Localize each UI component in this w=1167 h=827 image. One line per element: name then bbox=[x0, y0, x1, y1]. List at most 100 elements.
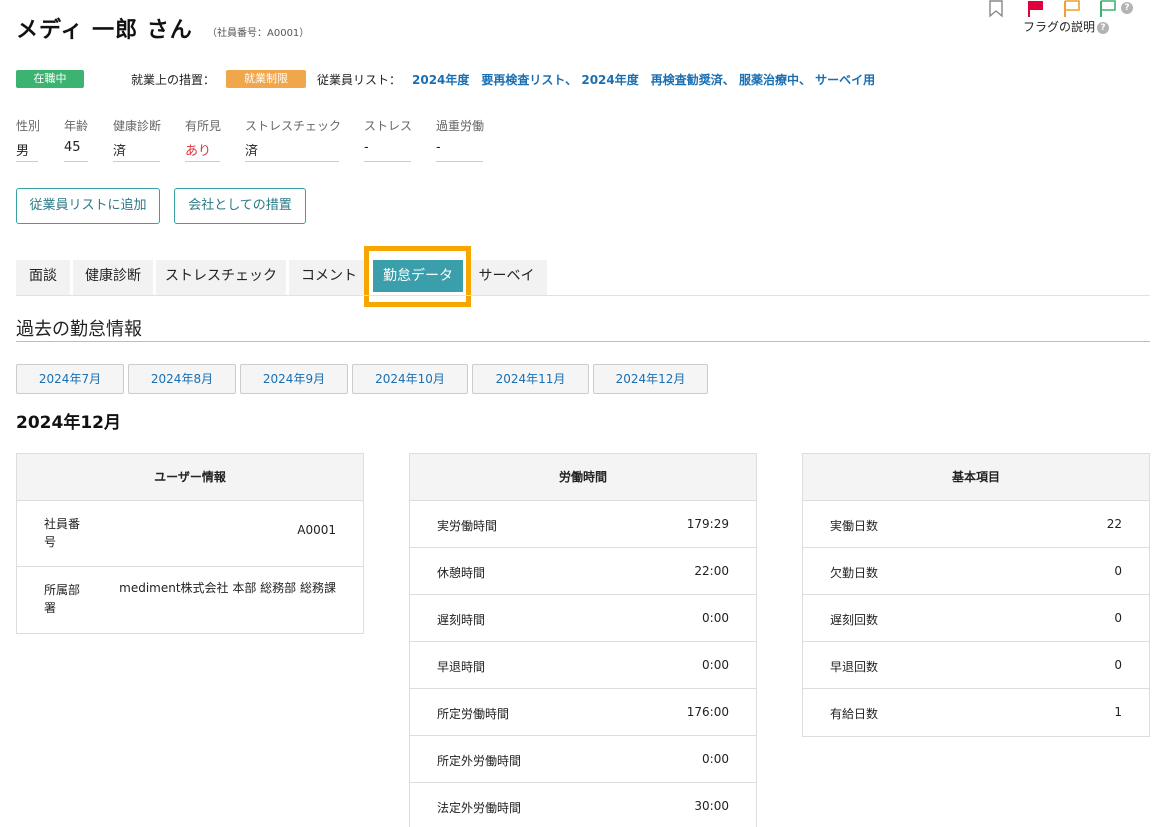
row-value: 176:00 bbox=[686, 705, 729, 719]
attr-label: 過重労働 bbox=[436, 119, 485, 133]
employee-list-link[interactable]: 2024年度 要再検査リスト、 bbox=[412, 73, 577, 87]
attr-value: 済 bbox=[113, 140, 160, 162]
attr-gender: 性別 男 bbox=[16, 117, 41, 162]
attr-value: あり bbox=[185, 140, 220, 162]
row-value: 1 bbox=[1114, 705, 1122, 719]
table-row: 法定外労働時間 30:00 bbox=[410, 783, 756, 827]
row-value: 22 bbox=[1106, 517, 1122, 531]
month-button[interactable]: 2024年10月 bbox=[352, 364, 468, 394]
section-title: 過去の勤怠情報 bbox=[16, 319, 142, 340]
row-label: 休憩時間 bbox=[437, 566, 486, 580]
row-label: 遅刻時間 bbox=[437, 613, 486, 627]
attr-label: 性別 bbox=[16, 119, 41, 133]
employment-status-badge: 在職中 bbox=[16, 70, 84, 88]
row-label: 実働日数 bbox=[830, 519, 879, 533]
panel-title: ユーザー情報 bbox=[17, 454, 363, 501]
table-row: 欠勤日数 0 bbox=[803, 548, 1149, 595]
attr-findings: 有所見 あり bbox=[185, 117, 222, 162]
attr-value: - bbox=[436, 140, 483, 162]
employee-list-link[interactable]: サーベイ用 bbox=[815, 73, 875, 87]
help-icon: ? bbox=[1097, 21, 1110, 34]
flag-explanation[interactable]: フラグの説明? bbox=[1023, 18, 1110, 35]
table-row: 遅刻時間 0:00 bbox=[410, 595, 756, 642]
tab-comment[interactable]: コメント bbox=[289, 260, 369, 295]
table-row: 休憩時間 22:00 bbox=[410, 548, 756, 595]
attr-stress-check: ストレスチェック 済 bbox=[245, 117, 342, 162]
row-label: 法定外労働時間 bbox=[437, 801, 522, 815]
attr-label: ストレスチェック bbox=[245, 119, 342, 133]
row-value: 0 bbox=[1114, 658, 1122, 672]
work-restriction-badge: 就業制限 bbox=[226, 70, 306, 88]
table-row: 実労働時間 179:29 bbox=[410, 501, 756, 548]
row-value: 22:00 bbox=[694, 564, 729, 578]
month-button[interactable]: 2024年12月 bbox=[593, 364, 708, 394]
row-value: 0:00 bbox=[702, 658, 729, 672]
attr-value: 男 bbox=[16, 140, 38, 162]
employee-number: （社員番号：A0001） bbox=[207, 28, 310, 39]
row-label: 所定外労働時間 bbox=[437, 754, 522, 768]
user-info-panel: ユーザー情報 社員番号 A0001 所属部署 mediment株式会社 本部 総… bbox=[16, 453, 364, 634]
month-button[interactable]: 2024年8月 bbox=[128, 364, 236, 394]
page-title: メディ 一郎 さん bbox=[16, 18, 193, 43]
tab-health-check[interactable]: 健康診断 bbox=[73, 260, 153, 295]
attr-value: 済 bbox=[245, 140, 339, 162]
row-value: A0001 bbox=[297, 523, 336, 537]
labor-hours-panel: 労働時間 実労働時間 179:29 休憩時間 22:00 遅刻時間 0:00 早退時間… bbox=[409, 453, 757, 827]
attr-label: 有所見 bbox=[185, 119, 222, 133]
basic-items-panel: 基本項目 実働日数 22 欠勤日数 0 遅刻回数 0 早退回数 0 有給日数 1 bbox=[802, 453, 1150, 737]
tab-divider bbox=[16, 295, 1150, 296]
attr-overwork: 過重労働 - bbox=[436, 117, 485, 162]
attr-label: 年齢 bbox=[64, 119, 89, 133]
flag-tools: ? フラグの説明? bbox=[989, 0, 1149, 40]
attr-value: 45 bbox=[64, 140, 88, 162]
flag-explanation-label: フラグの説明 bbox=[1023, 20, 1096, 34]
panel-title: 労働時間 bbox=[410, 454, 756, 501]
row-label: 早退時間 bbox=[437, 660, 486, 674]
red-flag-icon[interactable] bbox=[1027, 0, 1045, 18]
table-row: 所定外労働時間 0:00 bbox=[410, 736, 756, 783]
row-value: 30:00 bbox=[694, 799, 729, 813]
row-label: 欠勤日数 bbox=[830, 566, 879, 580]
tab-interview[interactable]: 面談 bbox=[16, 260, 70, 295]
attr-label: 健康診断 bbox=[113, 119, 162, 133]
employee-list-links: 2024年度 要再検査リスト、 2024年度 再検査勧奨済、 服薬治療中、 サー… bbox=[412, 71, 875, 88]
row-label: 有給日数 bbox=[830, 707, 879, 721]
work-measure-label: 就業上の措置： bbox=[131, 73, 216, 87]
orange-flag-icon[interactable] bbox=[1063, 0, 1081, 18]
table-row: 有給日数 1 bbox=[803, 689, 1149, 736]
row-value: 179:29 bbox=[686, 517, 729, 531]
attr-value: - bbox=[364, 140, 411, 162]
help-icon[interactable]: ? bbox=[1121, 2, 1133, 14]
attr-health-check: 健康診断 済 bbox=[113, 117, 162, 162]
table-row: 所属部署 mediment株式会社 本部 総務部 総務課 bbox=[17, 567, 363, 633]
month-button[interactable]: 2024年11月 bbox=[472, 364, 589, 394]
row-label: 実労働時間 bbox=[437, 519, 498, 533]
selected-month-heading: 2024年12月 bbox=[16, 413, 121, 433]
table-row: 所定労働時間 176:00 bbox=[410, 689, 756, 736]
month-button[interactable]: 2024年9月 bbox=[240, 364, 348, 394]
employee-list-label: 従業員リスト： bbox=[317, 73, 402, 87]
bookmark-icon[interactable] bbox=[989, 0, 1003, 18]
row-label: 早退回数 bbox=[830, 660, 879, 674]
employee-list-link[interactable]: 服薬治療中、 bbox=[739, 73, 811, 87]
tab-survey[interactable]: サーベイ bbox=[466, 260, 547, 295]
attr-age: 年齢 45 bbox=[64, 117, 88, 162]
row-value: 0:00 bbox=[702, 611, 729, 625]
row-value: 0 bbox=[1114, 611, 1122, 625]
row-value: mediment株式会社 本部 総務部 総務課 bbox=[119, 581, 336, 595]
month-button[interactable]: 2024年7月 bbox=[16, 364, 124, 394]
add-to-employee-list-button[interactable]: 従業員リストに追加 bbox=[16, 188, 160, 224]
row-label: 所定労働時間 bbox=[437, 707, 510, 721]
table-row: 早退回数 0 bbox=[803, 642, 1149, 689]
row-label: 社員番号 bbox=[44, 517, 81, 549]
company-measure-button[interactable]: 会社としての措置 bbox=[174, 188, 306, 224]
tab-highlight-frame bbox=[364, 246, 471, 307]
tab-stress-check[interactable]: ストレスチェック bbox=[156, 260, 286, 295]
section-divider bbox=[16, 341, 1150, 342]
table-row: 社員番号 A0001 bbox=[17, 501, 363, 567]
table-row: 遅刻回数 0 bbox=[803, 595, 1149, 642]
row-label: 所属部署 bbox=[44, 583, 81, 615]
row-value: 0:00 bbox=[702, 752, 729, 766]
employee-list-link[interactable]: 2024年度 再検査勧奨済、 bbox=[581, 73, 734, 87]
green-flag-icon[interactable] bbox=[1099, 0, 1117, 18]
